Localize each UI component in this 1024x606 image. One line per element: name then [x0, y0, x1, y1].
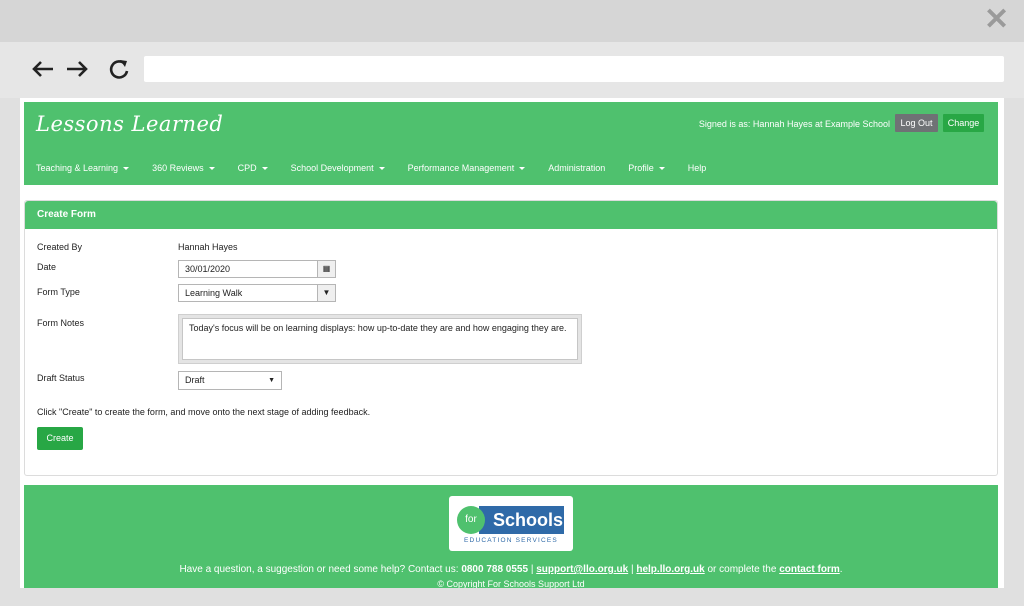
menu-item-help[interactable]: Help [688, 163, 707, 173]
contact-line: Have a question, a suggestion or need so… [24, 564, 998, 575]
caret-down-icon [378, 167, 385, 171]
close-icon[interactable]: ✕ [984, 5, 1009, 35]
calendar-icon[interactable]: ▦ [317, 261, 335, 277]
logout-button[interactable]: Log Out [895, 114, 938, 132]
created-by-value: Hannah Hayes [178, 242, 238, 252]
app-logo[interactable]: Lessons Learned [36, 112, 223, 136]
draft-status-label: Draft Status [37, 373, 85, 383]
form-type-value: Learning Walk [185, 288, 243, 298]
contact-question: Have a question, a suggestion or need so… [179, 564, 459, 575]
draft-status-value: Draft [185, 375, 205, 385]
created-by-label: Created By [37, 242, 83, 252]
menu-item-label: School Development [290, 163, 374, 173]
phone-number: 0800 788 0555 [461, 564, 529, 575]
caret-down-icon [658, 167, 665, 171]
form-notes-textarea[interactable]: Today's focus will be on learning displa… [182, 318, 578, 360]
caret-down-icon [123, 167, 130, 171]
chevron-down-icon: ▼ [268, 377, 275, 384]
draft-status-select[interactable]: Draft ▼ [178, 371, 282, 390]
menu-item-administration[interactable]: Administration [548, 163, 605, 173]
url-bar[interactable] [144, 56, 1004, 82]
date-value: 30/01/2020 [185, 264, 231, 274]
menu-item-label: 360 Reviews [152, 163, 204, 173]
back-arrow-icon[interactable] [30, 54, 56, 84]
page-footer: Schools for EDUCATION SERVICES Have a qu… [24, 485, 998, 588]
for-schools-logo[interactable]: Schools for EDUCATION SERVICES [449, 496, 573, 551]
logo-subtitle: EDUCATION SERVICES [464, 537, 558, 544]
form-type-label: Form Type [37, 287, 80, 297]
logo-wordmark: Schools [479, 506, 564, 534]
help-site-link[interactable]: help.llo.org.uk [636, 564, 704, 575]
browser-toolbar [0, 42, 1024, 98]
date-field[interactable]: 30/01/2020 ▦ [178, 260, 336, 278]
menu-item-label: CPD [237, 163, 257, 173]
or-text: or complete the [707, 564, 777, 575]
card-title: Create Form [25, 201, 997, 229]
support-email-link[interactable]: support@llo.org.uk [536, 564, 628, 575]
menu-item-360-reviews[interactable]: 360 Reviews [152, 163, 215, 173]
caret-down-icon [208, 167, 215, 171]
logo-circle: for [457, 506, 485, 534]
signed-in-text: Signed is as: Hannah Hayes at Example Sc… [698, 119, 890, 129]
menu-item-teaching-learning[interactable]: Teaching & Learning [36, 163, 130, 173]
contact-form-link[interactable]: contact form [779, 564, 840, 575]
page-viewport: Lessons Learned Signed is as: Hannah Hay… [20, 98, 1004, 588]
separator: | [630, 564, 634, 575]
logo-schools-text: Schools [493, 510, 564, 530]
change-button[interactable]: Change [943, 114, 984, 132]
separator: | [530, 564, 534, 575]
menu-item-profile[interactable]: Profile [628, 163, 665, 173]
chevron-down-icon[interactable]: ▼ [317, 285, 335, 301]
menu-item-label: Administration [548, 163, 606, 173]
reload-icon[interactable] [106, 54, 132, 84]
menu-item-performance-management[interactable]: Performance Management [408, 163, 526, 173]
forward-arrow-icon[interactable] [64, 54, 90, 84]
app-header: Lessons Learned Signed is as: Hannah Hay… [24, 102, 998, 185]
form-type-select[interactable]: Learning Walk ▼ [178, 284, 336, 302]
menu-item-school-development[interactable]: School Development [291, 163, 385, 173]
menu-item-cpd[interactable]: CPD [238, 163, 268, 173]
instruction-text: Click "Create" to create the form, and m… [37, 407, 371, 417]
date-label: Date [37, 262, 57, 272]
caret-down-icon [519, 167, 526, 171]
create-button[interactable]: Create [37, 427, 83, 450]
menu-item-label: Profile [628, 163, 654, 173]
menu-item-label: Help [687, 163, 707, 173]
copyright-text: © Copyright For Schools Support Ltd [437, 579, 585, 588]
main-menu: Teaching & Learning 360 Reviews CPD Scho… [36, 163, 729, 173]
create-form-card: Create Form Created By Hannah Hayes Date… [24, 200, 998, 476]
menu-item-label: Teaching & Learning [36, 163, 119, 173]
browser-titlebar: ✕ [0, 0, 1024, 42]
period-text: . [839, 564, 843, 575]
form-notes-label: Form Notes [37, 318, 85, 328]
caret-down-icon [261, 167, 268, 171]
form-notes-container: Today's focus will be on learning displa… [178, 314, 582, 364]
menu-item-label: Performance Management [407, 163, 515, 173]
